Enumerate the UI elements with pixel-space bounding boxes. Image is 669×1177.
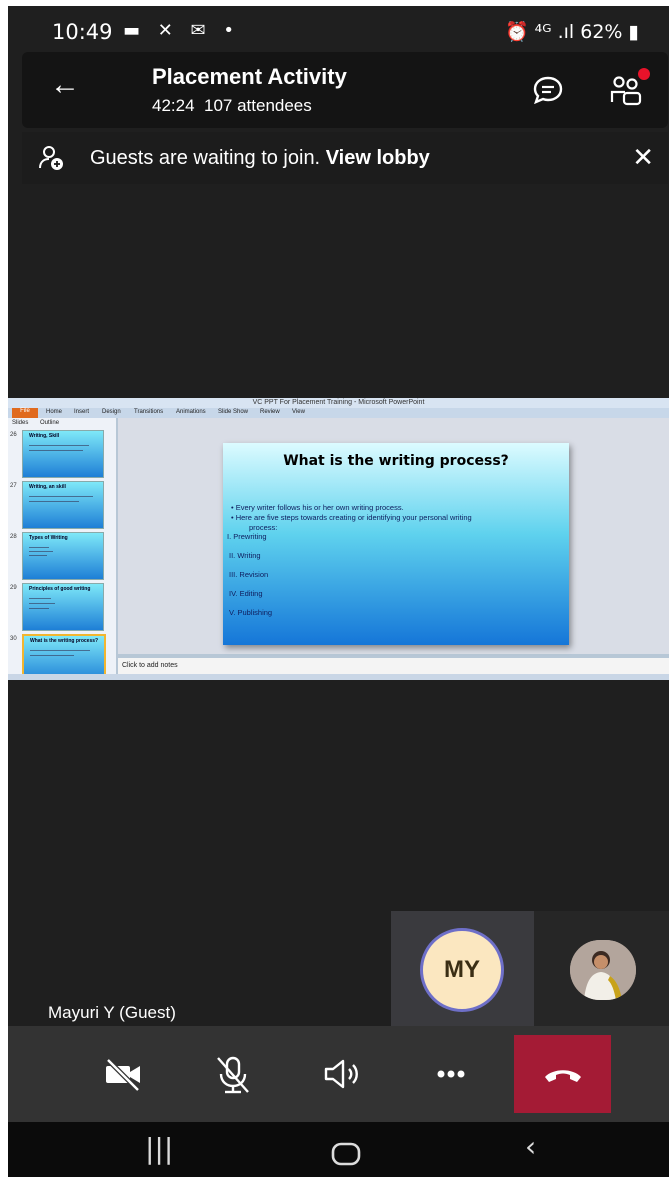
meeting-header: ← Placement Activity 42:24 107 attendees [22,52,668,128]
slide-thumbnail: Principles of good writing [22,583,104,631]
slide-bullet: • Here are five steps towards creating o… [231,513,472,522]
thumb-line [29,551,53,552]
ribbon-tab: Design [102,409,121,415]
meeting-title: Placement Activity [152,64,347,89]
banner-message: Guests are waiting to join. View lobby [90,147,430,170]
microphone-off-icon[interactable] [209,1050,257,1098]
slide-thumbnail: Writing, an skill [22,481,104,529]
slide-thumbnail: Writing, Skill [22,430,104,478]
thumb-title: Types of Writing [29,535,68,541]
thumb-number: 30 [10,636,17,642]
avatar: MY [420,928,504,1012]
notification-icons: ▬ ✕ ✉ • [123,20,240,41]
thumb-line [29,450,83,451]
notification-dot [638,68,650,80]
ribbon-tab: Insert [74,409,90,415]
panel-tabs: Slides Outline [12,420,69,426]
thumb-line [30,655,74,656]
leave-call-button[interactable] [514,1035,611,1113]
slide-step: II. Writing [229,551,261,560]
current-slide: What is the writing process? • Every wri… [223,443,569,645]
more-options-icon[interactable] [427,1050,475,1098]
ribbon-tab: Slide Show [218,409,249,415]
home-icon[interactable] [331,1142,361,1166]
ribbon-tab: Review [260,409,280,415]
active-speaker-name: Mayuri Y (Guest) [48,1003,176,1022]
meeting-duration: 42:24 [152,96,195,115]
status-right: ⏰ ⁴ᴳ .ıl 62% ▮ [505,20,639,43]
camera-off-icon[interactable] [100,1050,148,1098]
speaker-icon[interactable] [318,1050,366,1098]
slide-step: III. Revision [229,570,269,579]
battery-icon: ▮ [628,21,639,43]
ribbon-tab: Home [46,409,63,415]
thumb-line [29,598,51,599]
status-bar: 10:49 ▬ ✕ ✉ • ⏰ ⁴ᴳ .ıl 62% ▮ [8,6,669,58]
attendee-count: 107 attendees [204,96,312,115]
slide-title: What is the writing process? [283,453,509,469]
thumb-line [29,496,93,497]
slide-step: IV. Editing [229,589,263,598]
slide-thumbnail: Types of Writing [22,532,104,580]
thumb-line [29,445,89,446]
thumb-title: What is the writing process? [30,638,99,644]
participant-tile[interactable] [534,911,669,1027]
thumb-line [29,603,55,604]
thumb-line [29,555,47,556]
thumb-line [29,501,79,502]
thumb-title: Principles of good writing [29,586,91,592]
slide-bullet: • Every writer follows his or her own wr… [231,503,404,512]
view-lobby-link[interactable]: View lobby [326,147,430,169]
slide-bullet-cont: process: [249,523,278,532]
thumb-number: 27 [10,483,17,489]
thumb-title: Writing, an skill [29,484,66,490]
guest-icon [39,146,63,170]
thumb-number: 26 [10,432,17,438]
meeting-info: 42:24 107 attendees [152,96,312,116]
panel-tab-outline: Outline [40,420,60,426]
participant-tiles: MY [391,911,669,1027]
android-nav-bar: ||| ‹ [8,1122,669,1177]
chat-icon[interactable] [532,76,564,104]
panel-tab-slides: Slides [12,420,29,426]
thumb-line [29,547,49,548]
slide-thumbnails-panel: Slides Outline 26 Writing, Skill 27 Writ… [8,418,116,680]
close-icon[interactable]: ✕ [632,142,654,173]
ribbon-tab: Animations [176,409,206,415]
recent-apps-icon[interactable]: ||| [145,1132,173,1165]
lobby-banner: Guests are waiting to join. View lobby ✕ [22,132,668,184]
shared-screen: VC PPT For Placement Training - Microsof… [8,398,669,680]
notes-area: Click to add notes [118,658,669,674]
status-time: 10:49 [52,20,113,44]
people-icon[interactable] [610,74,644,106]
arrow-left-icon[interactable]: ← [50,68,80,102]
participant-tile[interactable]: MY [391,911,534,1027]
battery-level: 62% [580,21,623,43]
ribbon-tab-file: File [12,408,38,418]
system-icons: ⏰ ⁴ᴳ .ıl [504,21,575,43]
banner-text: Guests are waiting to join. [90,147,321,169]
slide-step: I. Prewriting [227,532,267,541]
person-photo-icon [570,940,636,1000]
hang-up-icon [545,1070,581,1082]
ribbon-tab: Transitions [134,409,164,415]
back-icon[interactable]: ‹ [525,1130,536,1163]
powerpoint-status-bar [8,674,669,680]
thumb-line [30,650,90,651]
window-title: VC PPT For Placement Training - Microsof… [8,398,669,408]
slide-step: V. Publishing [229,608,273,617]
thumb-title: Writing, Skill [29,433,60,439]
avatar-photo [570,940,636,1000]
call-controls [8,1026,669,1122]
thumb-line [29,608,49,609]
ribbon-tab: View [292,409,305,415]
phone-screen: 10:49 ▬ ✕ ✉ • ⏰ ⁴ᴳ .ıl 62% ▮ ← Placement… [8,6,669,1177]
thumb-number: 28 [10,534,17,540]
ribbon-tabs: File Home Insert Design Transitions Anim… [8,408,669,418]
thumb-number: 29 [10,585,17,591]
